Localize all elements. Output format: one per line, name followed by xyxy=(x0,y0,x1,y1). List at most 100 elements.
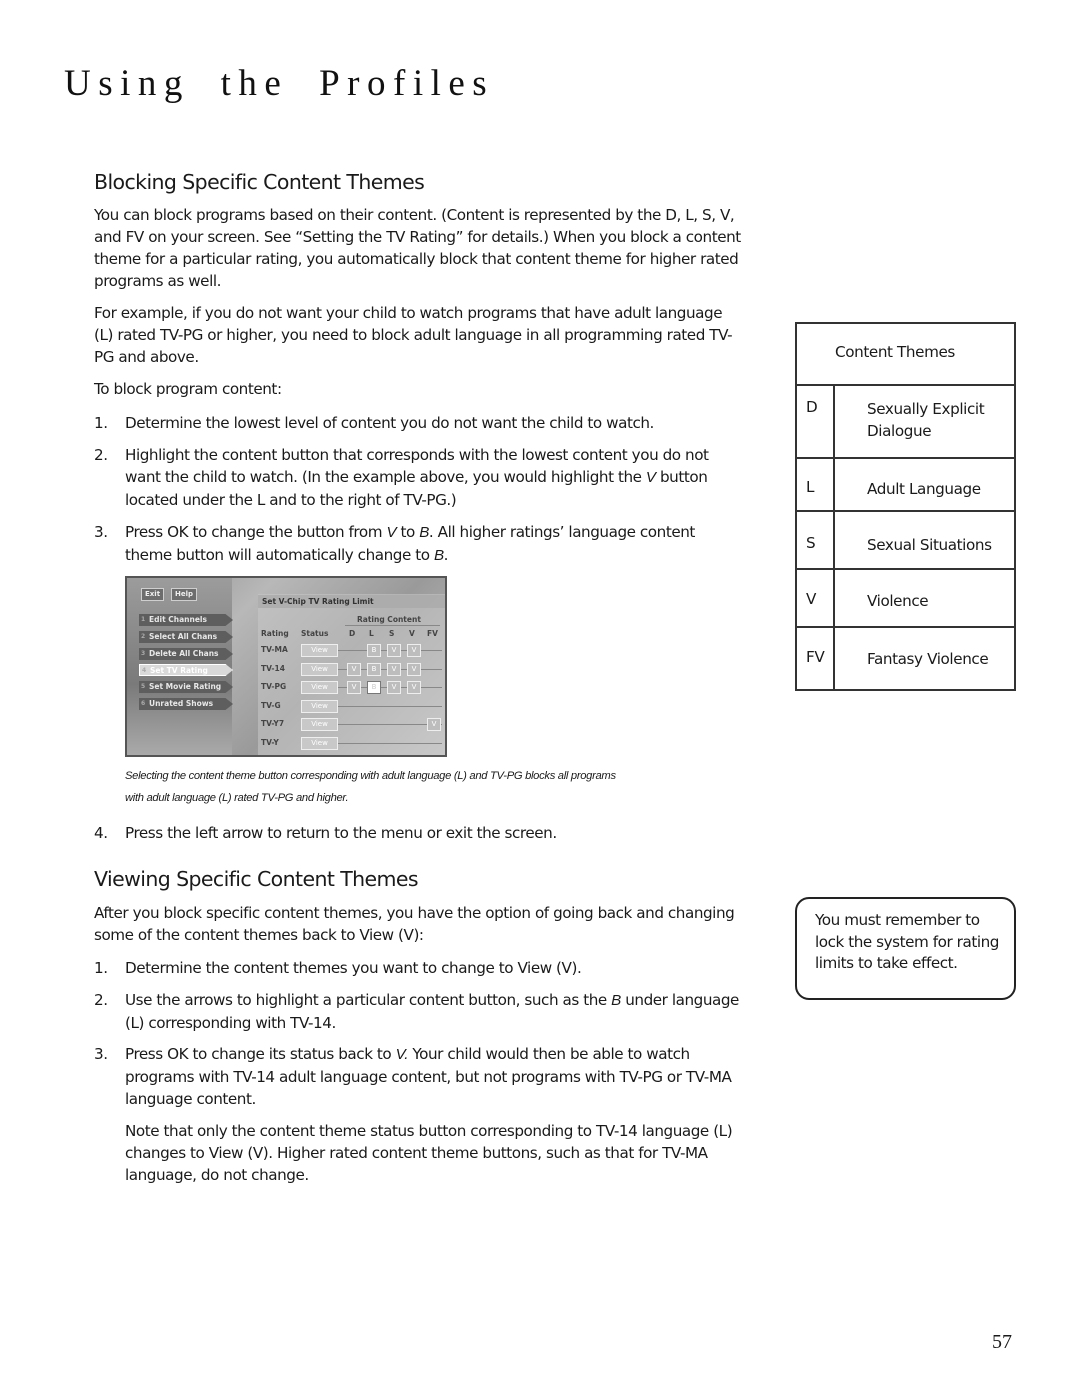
theme-code: D xyxy=(795,384,835,459)
tv-rating-label: TV-PG xyxy=(261,682,287,691)
tv-menu-number: 1 xyxy=(141,616,146,623)
step-number: 4. xyxy=(94,824,108,842)
tv-content-cell: V xyxy=(407,662,421,676)
table-header-row: Content Themes xyxy=(795,322,1016,386)
tv-rating-label: TV-Y7 xyxy=(261,719,285,728)
tv-col-l: L xyxy=(369,629,374,638)
screenshot-caption: Selecting the content theme button corre… xyxy=(125,770,616,804)
block-step-4: 4. Press the left arrow to return to the… xyxy=(94,822,742,844)
tv-exit-button: Exit xyxy=(141,588,165,601)
theme-code: L xyxy=(795,457,835,512)
step-text: Determine the content themes you want to… xyxy=(125,959,582,977)
block-step-2: 2. Highlight the content button that cor… xyxy=(94,444,742,511)
table-row: V Violence xyxy=(795,568,1016,628)
note-paragraph: Note that only the content theme status … xyxy=(125,1122,733,1184)
steps-intro: To block program content: xyxy=(94,380,282,398)
tv-menu-number: 3 xyxy=(141,650,146,657)
lock-reminder-note: You must remember to lock the system for… xyxy=(795,897,1016,1000)
tv-menu-edit-channels: 1 Edit Channels xyxy=(139,614,233,626)
tv-menu-set-movie-rating: 5 Set Movie Rating xyxy=(139,681,233,693)
section-heading-viewing: Viewing Specific Content Themes xyxy=(94,867,419,891)
tv-content-cell: V xyxy=(347,681,361,694)
tv-status-view-button: View xyxy=(301,699,338,713)
tv-col-status: Status xyxy=(301,629,329,638)
table-row: D Sexually Explicit Dialogue xyxy=(795,384,1016,459)
tv-content-cell: V xyxy=(387,662,401,676)
theme-description: Adult Language xyxy=(833,457,1016,512)
tv-status-view-button: View xyxy=(301,681,338,694)
emphasis: V xyxy=(645,469,656,486)
tv-rating-content-label: Rating Content xyxy=(357,615,421,624)
step-text: Highlight the content button that corres… xyxy=(125,444,742,511)
viewing-intro-paragraph: After you block specific content themes,… xyxy=(94,904,735,944)
theme-description: Sexual Situations xyxy=(833,510,1016,570)
tv-panel-title: Set V-Chip TV Rating Limit xyxy=(258,595,445,608)
tv-row-line xyxy=(337,742,442,744)
tv-menu-select-all: 2 Select All Chans xyxy=(139,631,233,643)
tv-col-rating: Rating xyxy=(261,629,289,638)
step-text-part: Press OK to change its status back to xyxy=(125,1045,396,1063)
tv-content-cell: V xyxy=(347,662,361,676)
tv-menu-set-tv-rating: 4 Set TV Rating xyxy=(139,664,233,676)
tv-status-view-button: View xyxy=(301,662,338,676)
tv-content-cell: V xyxy=(387,644,401,657)
step-text: Press OK to change the button from V to … xyxy=(125,521,742,567)
vchip-screenshot: Exit Help 1 Edit Channels 2 Select All Cha… xyxy=(125,576,447,757)
emphasis: B xyxy=(611,992,621,1009)
theme-code: FV xyxy=(795,626,835,691)
step-text-part: Highlight the content button that corres… xyxy=(125,446,709,486)
theme-code: V xyxy=(795,568,835,628)
theme-description: Fantasy Violence xyxy=(833,626,1016,691)
tv-content-cell: B xyxy=(367,681,381,694)
step-number: 3. xyxy=(94,523,108,541)
tv-row-line xyxy=(337,705,442,707)
table-row: S Sexual Situations xyxy=(795,510,1016,570)
step-number: 2. xyxy=(94,446,108,464)
table-header: Content Themes xyxy=(795,322,1016,386)
step-text: Determine the lowest level of content yo… xyxy=(125,414,654,432)
step-text: Press OK to change its status back to V.… xyxy=(125,1043,742,1110)
tv-status-view-button: View xyxy=(301,718,338,731)
step-text: Press the left arrow to return to the me… xyxy=(125,824,557,842)
emphasis: V. xyxy=(395,1046,409,1063)
tv-content-cell: V xyxy=(427,718,441,731)
tv-content-cell: B xyxy=(367,662,381,676)
tv-menu-number: 5 xyxy=(141,683,146,690)
emphasis: B xyxy=(433,547,444,564)
tv-rating-label: TV-Y xyxy=(261,737,279,747)
tv-col-d: D xyxy=(349,629,356,638)
intro-paragraph: You can block programs based on their co… xyxy=(94,206,741,290)
tv-menu-number: 2 xyxy=(141,633,146,640)
tv-col-fv: FV xyxy=(427,629,438,638)
tv-menu-delete-all: 3 Delete All Chans xyxy=(139,648,233,660)
emphasis: B xyxy=(419,524,429,541)
view-step-3: 3. Press OK to change its status back to… xyxy=(94,1043,742,1110)
step-text-part: to xyxy=(396,523,420,541)
tv-menu-unrated-shows: 6 Unrated Shows xyxy=(139,698,233,710)
step-text: Use the arrows to highlight a particular… xyxy=(125,989,742,1034)
step-text-part: Press OK to change the button from xyxy=(125,523,387,541)
tv-status-view-button: View xyxy=(301,644,338,657)
tv-rating-label: TV-MA xyxy=(261,645,288,654)
block-step-3: 3. Press OK to change the button from V … xyxy=(94,521,742,567)
tv-menu-number: 6 xyxy=(141,700,146,707)
tv-status-view-button: View xyxy=(301,736,338,750)
example-paragraph: For example, if you do not want your chi… xyxy=(94,304,733,366)
block-step-1: 1. Determine the lowest level of content… xyxy=(94,412,742,434)
step-number: 3. xyxy=(94,1045,108,1063)
page-number: 57 xyxy=(992,1331,1012,1353)
tv-col-s: S xyxy=(389,629,395,638)
content-themes-table: Content Themes D Sexually Explicit Dialo… xyxy=(795,322,1016,691)
tv-divider xyxy=(345,625,440,626)
tv-content-cell: V xyxy=(407,681,421,694)
theme-code: S xyxy=(795,510,835,570)
emphasis: V xyxy=(386,524,397,541)
tv-rating-label: TV-G xyxy=(261,700,281,710)
tv-content-cell: V xyxy=(387,681,401,694)
step-number: 1. xyxy=(94,414,108,432)
step-number: 2. xyxy=(94,991,108,1009)
tv-help-button: Help xyxy=(171,588,198,601)
section-heading-blocking: Blocking Specific Content Themes xyxy=(94,170,425,194)
theme-description: Violence xyxy=(833,568,1016,628)
tv-content-cell: B xyxy=(367,644,381,657)
